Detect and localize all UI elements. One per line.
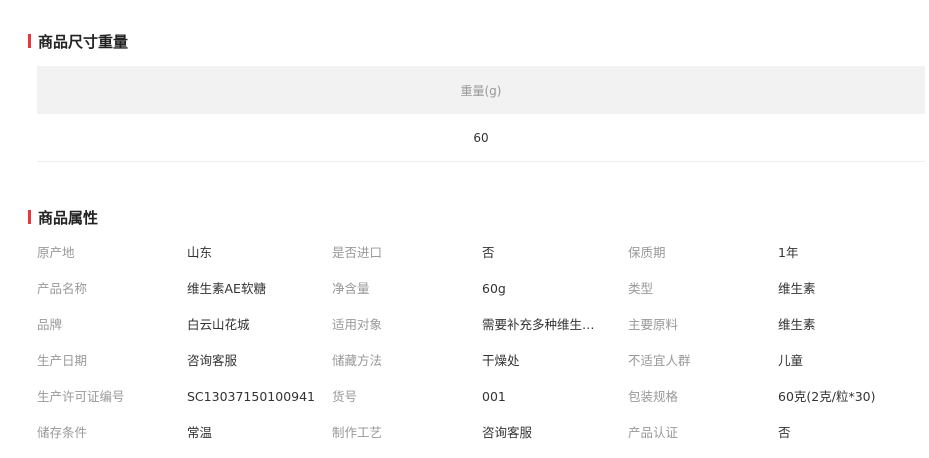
attribute-label: 保质期 <box>628 245 666 260</box>
accent-bar <box>28 34 31 48</box>
attribute-label: 生产日期 <box>37 353 88 368</box>
attribute-label: 原产地 <box>37 245 75 260</box>
attribute-label: 是否进口 <box>332 245 383 260</box>
attribute-value: 儿童 <box>778 353 804 368</box>
attribute-label: 制作工艺 <box>332 425 383 440</box>
attribute-value: 白云山花城 <box>187 317 250 332</box>
attribute-value: 需要补充多种维生素... <box>482 317 603 332</box>
attribute-label: 产品名称 <box>37 281 88 296</box>
attributes-section-title: 商品属性 <box>28 207 98 227</box>
attribute-label: 净含量 <box>332 281 370 296</box>
attribute-value: 维生素 <box>778 317 816 332</box>
attribute-row: 储存条件 常温 制作工艺 咨询客服 产品认证 否 <box>0 423 929 443</box>
attribute-label: 货号 <box>332 389 358 404</box>
attribute-value: 001 <box>482 389 506 404</box>
weight-table: 重量(g) 60 <box>37 66 925 162</box>
attribute-label: 主要原料 <box>628 317 679 332</box>
attribute-label: 类型 <box>628 281 654 296</box>
attribute-value: 否 <box>778 425 791 440</box>
size-weight-section-title: 商品尺寸重量 <box>28 31 128 51</box>
attribute-value: 常温 <box>187 425 213 440</box>
attribute-label: 适用对象 <box>332 317 383 332</box>
attribute-row: 原产地 山东 是否进口 否 保质期 1年 <box>0 243 929 263</box>
attribute-value: 维生素 <box>778 281 816 296</box>
attribute-row: 品牌 白云山花城 适用对象 需要补充多种维生素... 主要原料 维生素 <box>0 315 929 335</box>
attribute-label: 储藏方法 <box>332 353 383 368</box>
weight-column-header: 重量(g) <box>37 66 925 114</box>
attribute-value: 咨询客服 <box>187 353 238 368</box>
attribute-value: 1年 <box>778 245 799 260</box>
size-weight-title-text: 商品尺寸重量 <box>38 32 129 51</box>
attribute-row: 产品名称 维生素AE软糖 净含量 60g 类型 维生素 <box>0 279 929 299</box>
attribute-row: 生产日期 咨询客服 储藏方法 干燥处 不适宜人群 儿童 <box>0 351 929 371</box>
attribute-value: 60g <box>482 281 506 296</box>
weight-value: 60 <box>37 114 925 162</box>
attribute-label: 不适宜人群 <box>628 353 691 368</box>
accent-bar <box>28 210 31 224</box>
attribute-label: 生产许可证编号 <box>37 389 125 404</box>
attribute-label: 产品认证 <box>628 425 679 440</box>
attribute-value: 维生素AE软糖 <box>187 281 266 296</box>
attribute-label: 包装规格 <box>628 389 679 404</box>
attributes-title-text: 商品属性 <box>38 208 99 227</box>
attribute-value: SC13037150100941 <box>187 389 316 404</box>
attribute-label: 储存条件 <box>37 425 88 440</box>
attribute-label: 品牌 <box>37 317 63 332</box>
attribute-value: 否 <box>482 245 495 260</box>
attribute-value: 60克(2克/粒*30) <box>778 389 876 404</box>
attribute-row: 生产许可证编号 SC13037150100941 货号 001 包装规格 60克… <box>0 387 929 407</box>
attribute-value: 山东 <box>187 245 213 260</box>
attribute-value: 咨询客服 <box>482 425 533 440</box>
attribute-value: 干燥处 <box>482 353 520 368</box>
